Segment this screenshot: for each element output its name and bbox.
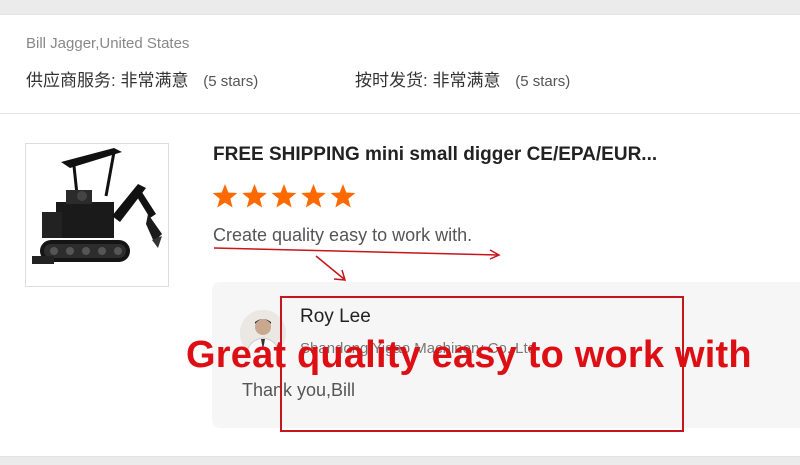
- supplier-service-rating: 供应商服务: 非常满意 (5 stars): [26, 66, 258, 91]
- annotation-text: Great quality easy to work with: [186, 334, 752, 376]
- supplier-service-value: 非常满意: [120, 71, 189, 90]
- excavator-image: [32, 148, 162, 264]
- review-text: Create quality easy to work with.: [213, 225, 473, 245]
- product-title-link[interactable]: FREE SHIPPING mini small digger CE/EPA/E…: [213, 144, 657, 166]
- on-time-delivery-rating: 按时发货: 非常满意 (5 stars): [355, 66, 570, 91]
- star-icon: [271, 184, 297, 208]
- reviewer-name: Bill Jagger,United States: [26, 35, 190, 52]
- star-icon: [242, 184, 267, 208]
- on-time-delivery-stars-note: (5 stars): [515, 73, 571, 90]
- star-rating: [212, 184, 356, 208]
- supplier-service-label: 供应商服务:: [26, 71, 116, 90]
- on-time-delivery-value: 非常满意: [432, 71, 501, 90]
- product-thumbnail[interactable]: [25, 143, 169, 287]
- review-header-panel: Bill Jagger,United States 供应商服务: 非常满意 (5…: [0, 14, 800, 114]
- star-icon: [330, 184, 356, 208]
- star-icon: [212, 184, 238, 208]
- star-icon: [301, 184, 326, 208]
- on-time-delivery-label: 按时发货:: [355, 71, 428, 90]
- supplier-service-stars-note: (5 stars): [203, 73, 259, 90]
